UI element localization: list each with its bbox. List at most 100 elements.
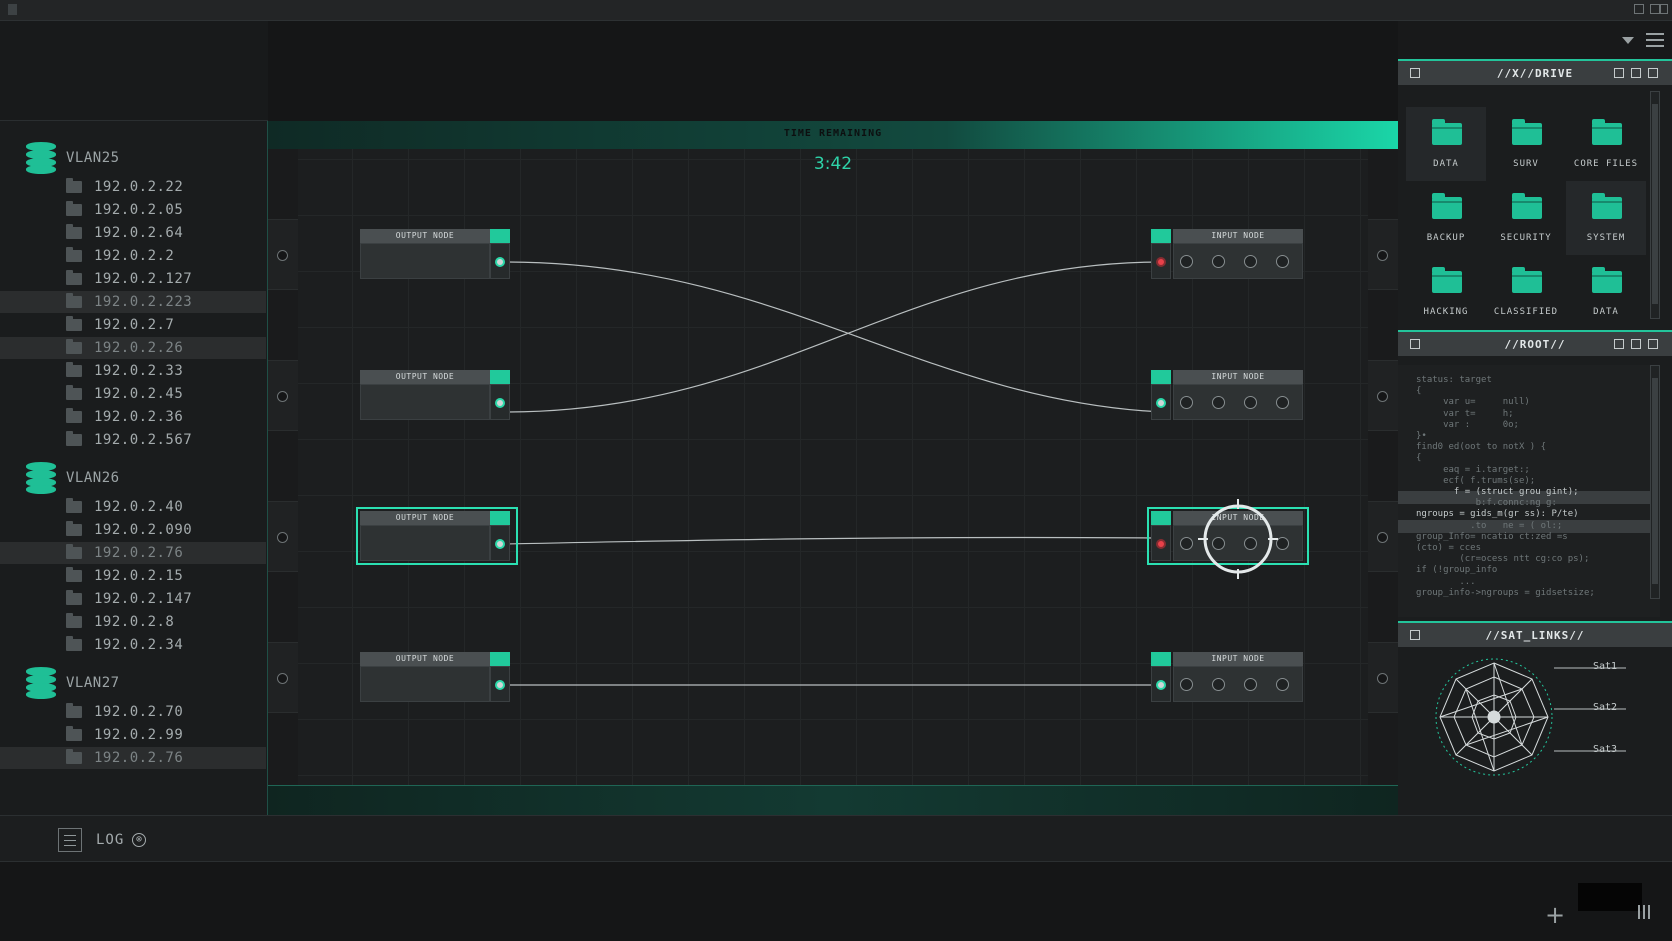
ip-list-item[interactable]: 192.0.2.76 <box>0 542 266 564</box>
input-socket[interactable] <box>1212 537 1225 550</box>
sat-label-3[interactable]: Sat3 <box>1593 744 1617 755</box>
drive-folder[interactable]: SURV <box>1486 107 1566 181</box>
rail-port[interactable] <box>1377 673 1388 684</box>
vlan-group-header[interactable]: VLAN26 <box>26 462 120 494</box>
drive-folder[interactable]: HACKING <box>1406 255 1486 329</box>
output-pin[interactable] <box>497 541 503 547</box>
ip-list-item[interactable]: 192.0.2.76 <box>0 747 266 769</box>
ip-list-item[interactable]: 192.0.2.567 <box>0 429 266 451</box>
input-socket[interactable] <box>1212 678 1225 691</box>
scrollbar-thumb[interactable] <box>1652 378 1658 584</box>
output-pin[interactable] <box>497 682 503 688</box>
log-close-icon[interactable]: ⊗ <box>132 833 146 847</box>
add-icon[interactable]: + <box>1545 901 1565 929</box>
ip-list-item[interactable]: 192.0.2.223 <box>0 291 266 313</box>
input-socket[interactable] <box>1276 537 1289 550</box>
sat-label-1[interactable]: Sat1 <box>1593 661 1617 672</box>
input-socket[interactable] <box>1244 396 1257 409</box>
satellite-globe-icon[interactable] <box>1432 655 1556 779</box>
drive-folder[interactable]: DATA <box>1406 107 1486 181</box>
input-node[interactable]: INPUT NODE <box>1151 370 1305 420</box>
ip-list-item[interactable]: 192.0.2.64 <box>0 222 266 244</box>
drive-folder[interactable]: SECURITY <box>1486 181 1566 255</box>
drive-folder[interactable]: SYSTEM <box>1566 181 1646 255</box>
close-icon[interactable] <box>1648 339 1658 349</box>
ip-list-item[interactable]: 192.0.2.127 <box>0 268 266 290</box>
close-icon[interactable] <box>1648 68 1658 78</box>
rail-port[interactable] <box>1377 391 1388 402</box>
rail-port[interactable] <box>1377 532 1388 543</box>
ip-list-item[interactable]: 192.0.2.99 <box>0 724 266 746</box>
dropdown-arrow-icon[interactable] <box>1622 37 1634 44</box>
rail-port[interactable] <box>277 532 288 543</box>
input-pin[interactable] <box>1158 400 1164 406</box>
maximize-icon[interactable] <box>1650 4 1660 14</box>
input-socket[interactable] <box>1180 396 1193 409</box>
input-socket[interactable] <box>1244 678 1257 691</box>
rail-port[interactable] <box>277 250 288 261</box>
input-socket[interactable] <box>1212 396 1225 409</box>
output-node[interactable]: OUTPUT NODE <box>360 652 514 702</box>
minimize-icon[interactable] <box>1614 339 1624 349</box>
bars-icon[interactable] <box>1638 905 1652 919</box>
root-window-titlebar[interactable]: //ROOT// <box>1398 330 1672 356</box>
drive-window-titlebar[interactable]: //X//DRIVE <box>1398 59 1672 85</box>
input-pin[interactable] <box>1158 541 1164 547</box>
root-scrollbar[interactable] <box>1650 365 1660 599</box>
scrollbar-thumb[interactable] <box>1652 104 1658 304</box>
output-pin[interactable] <box>497 400 503 406</box>
input-socket[interactable] <box>1180 255 1193 268</box>
ip-list-item[interactable]: 192.0.2.26 <box>0 337 266 359</box>
drive-folder[interactable]: DATA <box>1566 255 1646 329</box>
drive-scrollbar[interactable] <box>1650 91 1660 319</box>
close-icon[interactable] <box>1660 4 1668 14</box>
ip-list-item[interactable]: 192.0.2.2 <box>0 245 266 267</box>
ip-list-item[interactable]: 192.0.2.34 <box>0 634 266 656</box>
input-pin[interactable] <box>1158 259 1164 265</box>
input-socket[interactable] <box>1276 396 1289 409</box>
input-pin[interactable] <box>1158 682 1164 688</box>
rail-port[interactable] <box>277 673 288 684</box>
input-socket[interactable] <box>1276 255 1289 268</box>
input-socket[interactable] <box>1244 255 1257 268</box>
ip-list-item[interactable]: 192.0.2.33 <box>0 360 266 382</box>
input-node[interactable]: INPUT NODE <box>1151 229 1305 279</box>
ip-list-item[interactable]: 192.0.2.22 <box>0 176 266 198</box>
input-node[interactable]: INPUT NODE <box>1151 652 1305 702</box>
drive-folder[interactable]: BACKUP <box>1406 181 1486 255</box>
vlan-group-header[interactable]: VLAN25 <box>26 142 120 174</box>
sat-window-titlebar[interactable]: //SAT_LINKS// <box>1398 621 1672 647</box>
drive-folder[interactable]: CLASSIFIED <box>1486 255 1566 329</box>
ip-list-item[interactable]: 192.0.2.8 <box>0 611 266 633</box>
log-label[interactable]: LOG <box>96 832 124 848</box>
ip-list-item[interactable]: 192.0.2.05 <box>0 199 266 221</box>
output-node[interactable]: OUTPUT NODE <box>360 370 514 420</box>
maximize-icon[interactable] <box>1631 339 1641 349</box>
input-socket[interactable] <box>1180 678 1193 691</box>
input-socket[interactable] <box>1212 255 1225 268</box>
ip-list-item[interactable]: 192.0.2.70 <box>0 701 266 723</box>
minimize-icon[interactable] <box>1634 4 1644 14</box>
ip-list-item[interactable]: 192.0.2.40 <box>0 496 266 518</box>
ip-list-item[interactable]: 192.0.2.15 <box>0 565 266 587</box>
rail-port[interactable] <box>277 391 288 402</box>
output-node[interactable]: OUTPUT NODE <box>360 229 514 279</box>
ip-list-item[interactable]: 192.0.2.7 <box>0 314 266 336</box>
vlan-group-header[interactable]: VLAN27 <box>26 667 120 699</box>
log-menu-icon[interactable] <box>58 828 82 852</box>
ip-list-item[interactable]: 192.0.2.147 <box>0 588 266 610</box>
drive-folder[interactable]: CORE FILES <box>1566 107 1646 181</box>
input-node[interactable]: INPUT NODE <box>1147 507 1309 565</box>
rail-port[interactable] <box>1377 250 1388 261</box>
output-pin[interactable] <box>497 259 503 265</box>
menu-icon[interactable] <box>1646 33 1664 47</box>
maximize-icon[interactable] <box>1631 68 1641 78</box>
ip-list-item[interactable]: 192.0.2.45 <box>0 383 266 405</box>
sat-label-2[interactable]: Sat2 <box>1593 702 1617 713</box>
minimize-icon[interactable] <box>1614 68 1624 78</box>
ip-list-item[interactable]: 192.0.2.090 <box>0 519 266 541</box>
input-socket[interactable] <box>1244 537 1257 550</box>
input-socket[interactable] <box>1276 678 1289 691</box>
input-socket[interactable] <box>1180 537 1193 550</box>
output-node[interactable]: OUTPUT NODE <box>356 507 518 565</box>
